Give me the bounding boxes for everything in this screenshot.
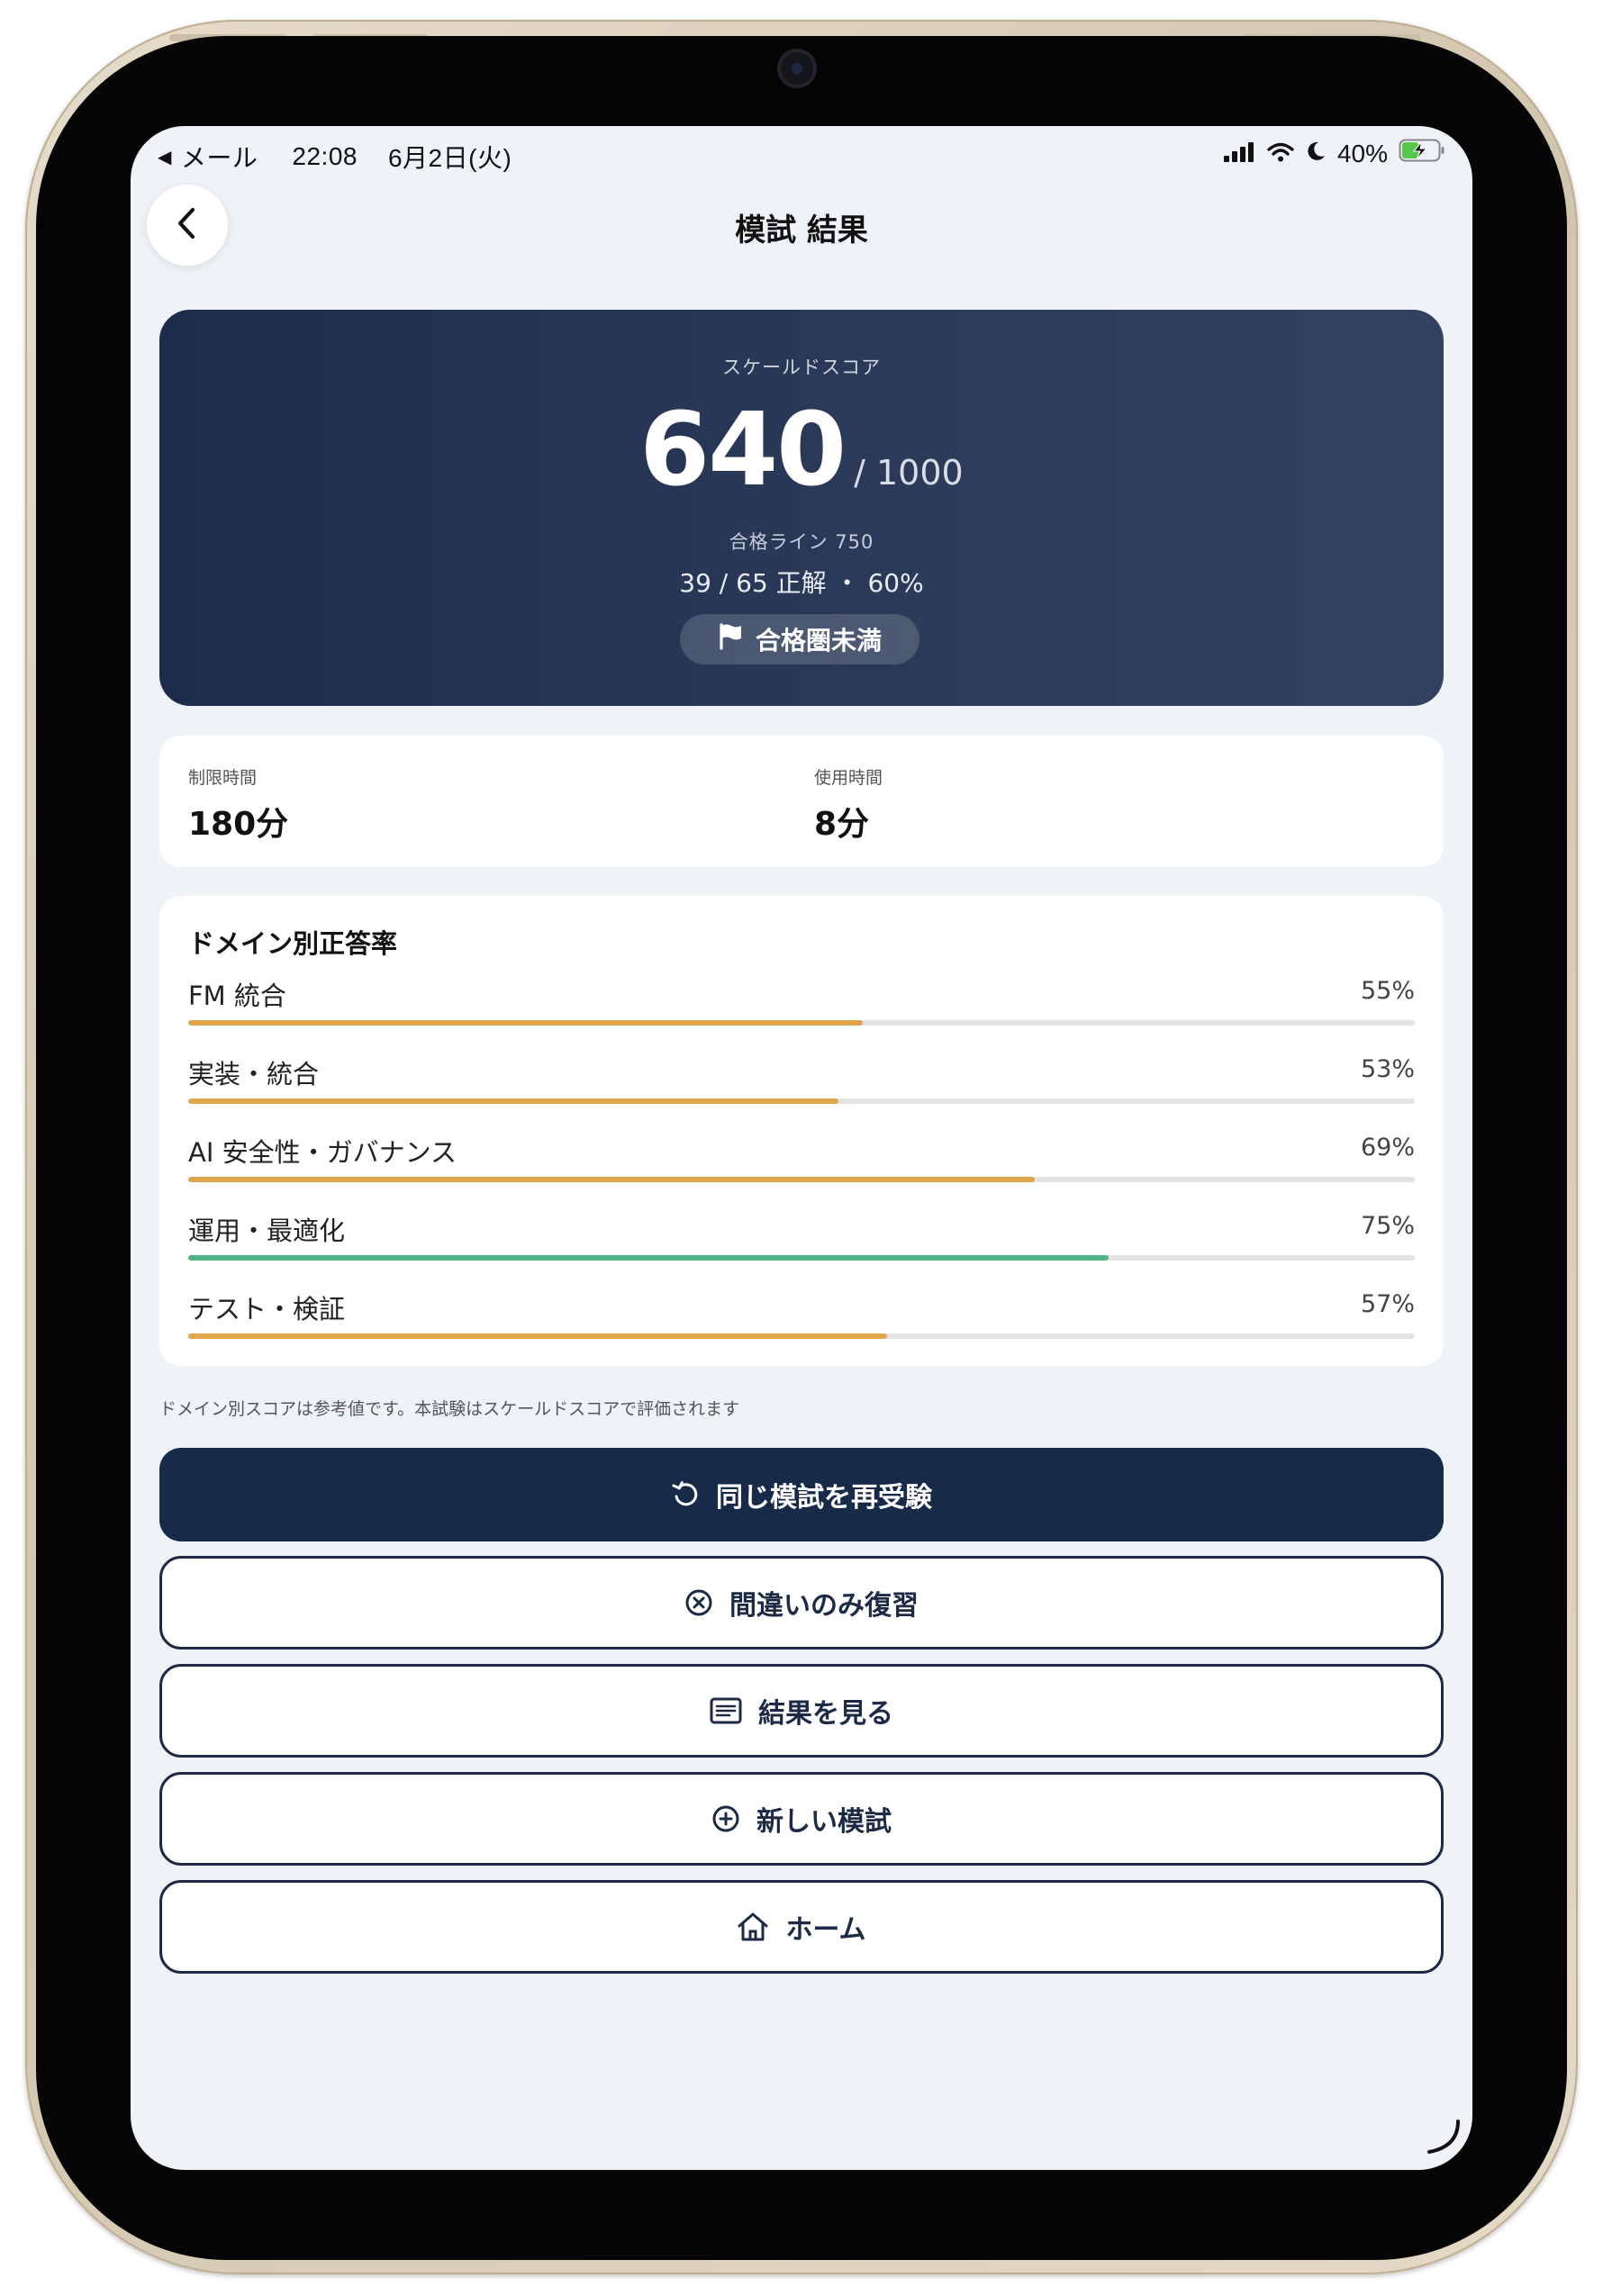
domain-percent: 55% [1360,977,1415,1005]
progress-fill [188,1098,838,1104]
progress-fill [188,1255,1109,1261]
signal-icon [1223,140,1256,168]
score-label: スケールドスコア [722,357,881,378]
new-exam-button[interactable]: 新しい模試 [159,1772,1444,1866]
list-icon [710,1697,742,1724]
time-used-label: 使用時間 [814,768,883,788]
retake-button[interactable]: 同じ模試を再受験 [159,1448,1444,1541]
status-right: 40% [1223,139,1445,168]
domain-percent: 75% [1360,1212,1415,1240]
status-badge: 合格圏未満 [680,614,919,664]
status-badge-label: 合格圏未満 [755,626,882,655]
status-bar: ◀ メール 22:08 6月2日(火) 40% [131,126,1472,189]
progress-fill [188,1177,1035,1182]
time-used-value: 8分 [814,806,870,843]
retake-button-label: 同じ模試を再受験 [716,1482,932,1514]
status-date: 6月2日(火) [387,144,512,172]
progress-track [188,1255,1415,1261]
domain-percent: 57% [1360,1290,1415,1318]
domain-percent: 53% [1360,1055,1415,1083]
review-wrong-button[interactable]: 間違いのみ復習 [159,1556,1444,1650]
domain-name: 実装・統合 [188,1059,320,1089]
time-used-block: 使用時間 8分 [814,764,883,845]
time-limit-label: 制限時間 [188,768,258,788]
status-time: 22:08 [292,142,358,170]
home-button[interactable]: ホーム [159,1880,1444,1974]
home-icon [737,1912,769,1942]
domain-name: AI 安全性・ガバナンス [188,1137,457,1168]
domain-name: 運用・最適化 [188,1216,346,1246]
camera [777,49,817,88]
time-limit-value: 180分 [188,806,289,843]
view-results-button-label: 結果を見る [758,1698,893,1730]
progress-fill [188,1333,888,1339]
footnote: ドメイン別スコアは参考値です。本試験はスケールドスコアで評価されます [159,1399,740,1419]
score-max: / 1000 [854,453,964,493]
time-card: 制限時間 180分 使用時間 8分 [159,736,1444,867]
domain-row: テスト・検証 57% [188,1288,1415,1342]
progress-track [188,1177,1415,1182]
battery-icon [1399,139,1445,168]
domain-name: テスト・検証 [188,1294,346,1324]
score-card: スケールドスコア 640 / 1000 合格ライン 750 39 / 65 正解… [159,310,1444,706]
progress-track [188,1098,1415,1104]
domain-title: ドメイン別正答率 [188,928,398,959]
screen: ◀ メール 22:08 6月2日(火) 40% 模試 結果 スケールドスコア 6… [131,126,1472,2170]
domain-percent: 69% [1360,1134,1415,1162]
progress-fill [188,1020,864,1026]
home-button-label: ホーム [785,1914,866,1946]
domain-row: FM 統合 55% [188,975,1415,1029]
progress-track [188,1020,1415,1026]
time-limit-block: 制限時間 180分 [188,764,288,845]
correct-summary: 39 / 65 正解 ・ 60% [679,568,924,598]
domain-card: ドメイン別正答率 FM 統合 55% 実装・統合 53% AI 安全性・ガバナン… [159,896,1444,1366]
retry-icon [671,1480,700,1509]
review-wrong-button-label: 間違いのみ復習 [729,1590,919,1622]
score-value: 640 [639,392,847,509]
score-row: 640 / 1000 [159,400,1444,501]
plus-circle-icon [711,1804,740,1833]
status-left[interactable]: ◀ メール 22:08 6月2日(火) [158,139,512,175]
new-exam-button-label: 新しい模試 [756,1806,892,1838]
flag-icon [718,622,743,656]
progress-track [188,1333,1415,1339]
back-to-app-icon: ◀ [158,147,172,167]
pass-line: 合格ライン 750 [729,531,874,553]
domain-row: 実装・統合 53% [188,1053,1415,1107]
domain-row: AI 安全性・ガバナンス 69% [188,1132,1415,1186]
back-app-label: メール [180,144,258,172]
domain-name: FM 統合 [188,981,286,1011]
resize-corner-icon [1420,2114,1463,2161]
view-results-button[interactable]: 結果を見る [159,1664,1444,1758]
battery-percent: 40% [1336,139,1388,167]
domain-row: 運用・最適化 75% [188,1210,1415,1264]
x-circle-icon [684,1588,713,1617]
wifi-icon [1267,140,1294,168]
page-title: 模試 結果 [735,212,868,249]
moon-icon [1305,140,1327,168]
